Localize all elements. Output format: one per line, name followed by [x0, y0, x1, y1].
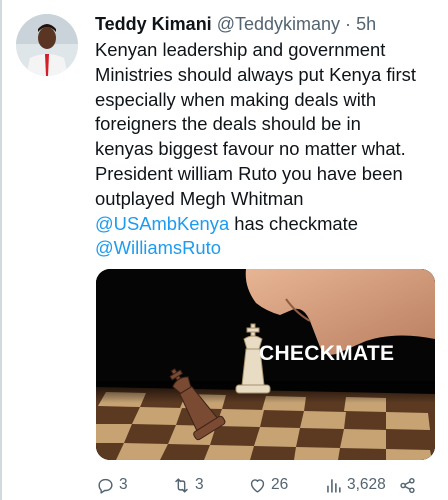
tweet-text-line: Kenyan leadership and government — [95, 39, 386, 60]
tweet-text: Kenyan leadership and government Ministr… — [95, 38, 440, 261]
share-icon — [400, 477, 415, 493]
tweet-text-line: @WilliamsRuto — [95, 236, 440, 261]
heart-icon — [250, 478, 265, 493]
views-button[interactable]: 3,628 — [324, 472, 386, 498]
reply-button[interactable]: 3 — [96, 472, 128, 498]
like-button[interactable]: 26 — [248, 472, 288, 498]
tweet-header: Teddy Kimani @Teddykimany · 5h — [95, 12, 440, 36]
mention-link-williamsruto[interactable]: @WilliamsRuto — [95, 237, 221, 258]
avatar-image — [16, 14, 78, 76]
tweet-timestamp[interactable]: 5h — [356, 14, 376, 34]
tweet-media-image[interactable]: CHECKMATE — [96, 269, 435, 460]
mention-link-usambkenya[interactable]: @USAmbKenya — [95, 213, 229, 234]
views-chart-icon — [327, 478, 341, 493]
tweet-text-line: kenyas biggest favour no matter what. — [95, 138, 406, 160]
thread-connector-line — [0, 0, 2, 500]
separator-dot: · — [345, 14, 352, 34]
tweet-text-line: outplayed Megh Whitman — [95, 187, 304, 209]
tweet-text-line: Ministries should always put Kenya first — [95, 63, 416, 85]
reply-icon — [98, 478, 113, 494]
tweet-text-fragment: has checkmate — [229, 212, 358, 234]
tweet-text-line: @USAmbKenya has checkmate — [95, 212, 440, 237]
retweet-count: 3 — [195, 476, 204, 493]
tweet-text-line: President william Ruto you have been — [95, 162, 403, 184]
media-caption: CHECKMATE — [259, 342, 395, 365]
tweet-text-line: especially when making deals with — [95, 88, 377, 110]
display-name[interactable]: Teddy Kimani — [95, 14, 212, 34]
views-count: 3,628 — [347, 476, 386, 493]
tweet-actions-bar: 3 3 26 3,628 — [96, 472, 436, 498]
like-count: 26 — [271, 476, 289, 493]
reply-count: 3 — [119, 476, 128, 493]
user-handle[interactable]: @Teddykimany — [217, 14, 340, 34]
tweet-text-line: foreigners the deals should be in — [95, 113, 361, 135]
retweet-icon — [175, 477, 188, 493]
retweet-button[interactable]: 3 — [172, 472, 204, 498]
share-button[interactable] — [398, 472, 417, 498]
avatar[interactable] — [16, 14, 78, 76]
